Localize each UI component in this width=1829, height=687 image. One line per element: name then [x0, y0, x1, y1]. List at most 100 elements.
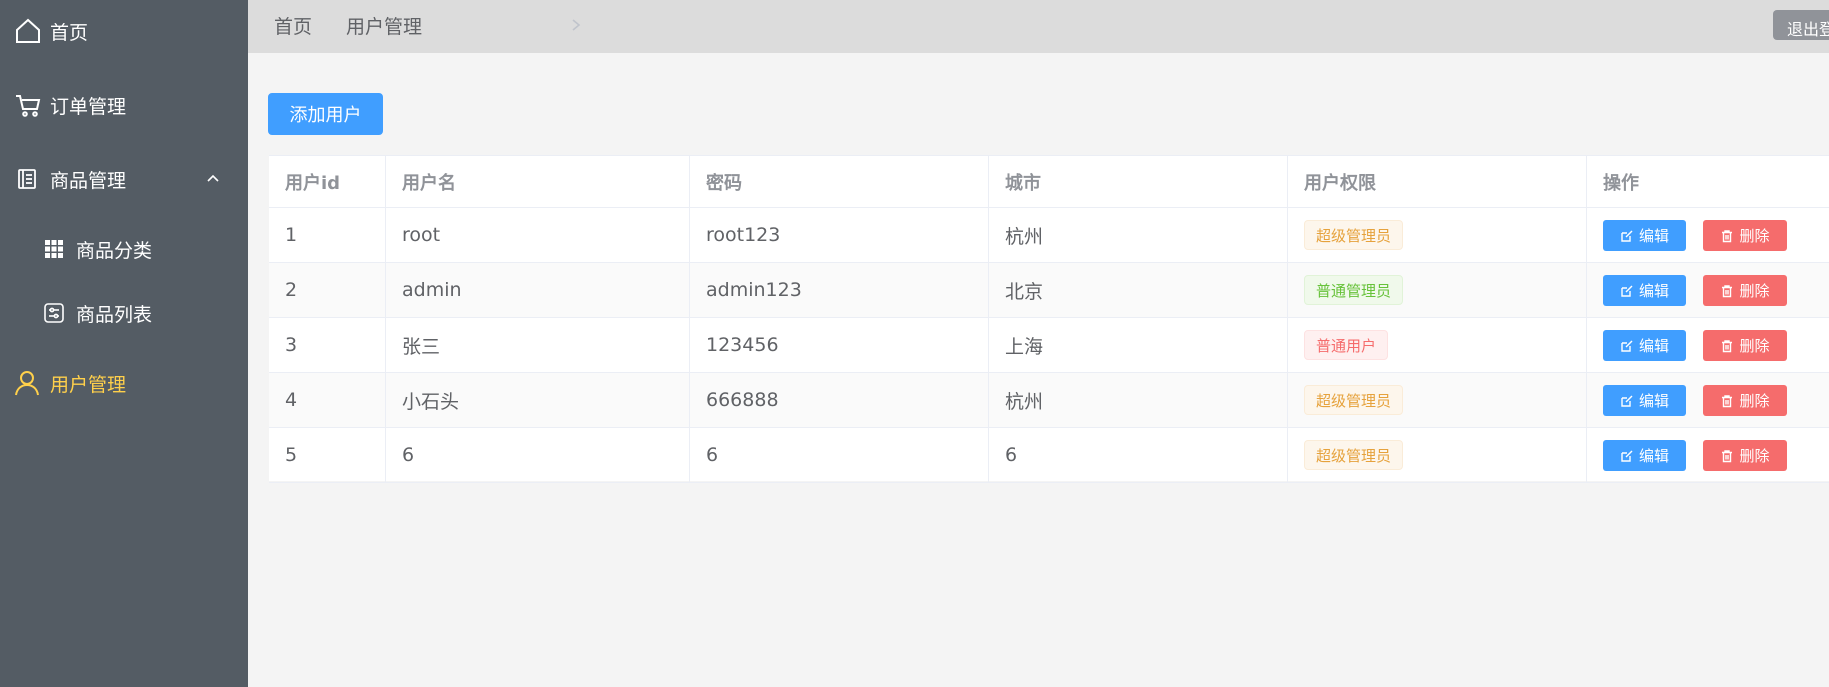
breadcrumb-current: 用户管理 — [346, 16, 423, 38]
cell-role: 普通管理员 — [1288, 263, 1587, 317]
add-user-button[interactable]: 添加用户 — [268, 93, 383, 135]
delete-label: 删除 — [1739, 282, 1770, 300]
list-icon — [40, 299, 68, 327]
edit-button[interactable]: 编辑 — [1603, 385, 1686, 416]
cell-role: 超级管理员 — [1288, 428, 1587, 482]
cell-id: 1 — [269, 208, 386, 262]
edit-label: 编辑 — [1638, 282, 1669, 300]
cell-password: 6 — [690, 428, 989, 482]
cell-role: 超级管理员 — [1288, 208, 1587, 262]
cell-password: 123456 — [690, 318, 989, 372]
cell-password: root123 — [690, 208, 989, 262]
cell-city: 杭州 — [989, 208, 1288, 262]
delete-button[interactable]: 删除 — [1703, 275, 1787, 306]
cell-username: 张三 — [386, 318, 690, 372]
cell-actions: 编辑 删除 — [1587, 208, 1829, 262]
cell-id: 2 — [269, 263, 386, 317]
cell-password: 666888 — [690, 373, 989, 427]
table-header: 用户id 用户名 密码 城市 用户权限 操作 — [269, 156, 1829, 208]
sidebar-item-categories[interactable]: 商品分类 — [0, 221, 248, 277]
cell-role: 超级管理员 — [1288, 373, 1587, 427]
edit-icon — [1621, 285, 1633, 297]
table-row: 2 admin admin123 北京 普通管理员 编辑 删除 — [269, 263, 1829, 318]
sidebar-item-home[interactable]: 首页 — [0, 3, 248, 59]
chevron-right-icon — [572, 19, 581, 31]
chevron-up-icon — [207, 174, 219, 182]
trash-icon — [1722, 394, 1733, 407]
edit-icon — [1621, 450, 1633, 462]
sidebar-item-label: 商品分类 — [76, 239, 153, 262]
sidebar-item-label: 用户管理 — [50, 373, 127, 396]
cell-id: 3 — [269, 318, 386, 372]
app: 首页 订单管理 商品管理 商品分类 商品列表 用户管理 首页 用户管理 退出登 … — [0, 0, 1829, 687]
delete-label: 删除 — [1739, 392, 1770, 410]
cell-username: 小石头 — [386, 373, 690, 427]
edit-button[interactable]: 编辑 — [1603, 440, 1686, 471]
edit-label: 编辑 — [1638, 337, 1669, 355]
edit-label: 编辑 — [1638, 447, 1669, 465]
edit-label: 编辑 — [1638, 227, 1669, 245]
cell-username: root — [386, 208, 690, 262]
edit-button[interactable]: 编辑 — [1603, 220, 1686, 251]
edit-button[interactable]: 编辑 — [1603, 275, 1686, 306]
table-row: 1 root root123 杭州 超级管理员 编辑 删除 — [269, 208, 1829, 263]
delete-label: 删除 — [1739, 337, 1770, 355]
user-icon — [13, 369, 41, 397]
cell-city: 北京 — [989, 263, 1288, 317]
edit-icon — [1621, 230, 1633, 242]
cell-role: 普通用户 — [1288, 318, 1587, 372]
column-header: 用户id — [269, 156, 386, 207]
trash-icon — [1722, 284, 1733, 297]
breadcrumb-home[interactable]: 首页 — [274, 12, 312, 39]
edit-icon — [1621, 340, 1633, 352]
trash-icon — [1722, 229, 1733, 242]
delete-button[interactable]: 删除 — [1703, 440, 1787, 471]
user-table: 用户id 用户名 密码 城市 用户权限 操作 1 root root123 杭州 超级管… — [269, 155, 1829, 483]
cell-actions: 编辑 删除 — [1587, 373, 1829, 427]
column-header: 操作 — [1603, 172, 1639, 194]
header: 首页 用户管理 退出登录 — [248, 0, 1829, 53]
delete-button[interactable]: 删除 — [1703, 330, 1787, 361]
column-header: 用户名 — [386, 156, 690, 207]
cell-id: 5 — [269, 428, 386, 482]
sidebar-item-label: 首页 — [50, 21, 89, 44]
trash-icon — [1722, 449, 1733, 462]
delete-button[interactable]: 删除 — [1703, 385, 1787, 416]
cell-id: 4 — [269, 373, 386, 427]
cell-actions: 编辑 删除 — [1587, 318, 1829, 372]
cell-city: 杭州 — [989, 373, 1288, 427]
column-header: 城市 — [989, 156, 1288, 207]
logout-button[interactable]: 退出登录 — [1773, 10, 1829, 40]
cell-city: 6 — [989, 428, 1288, 482]
edit-label: 编辑 — [1638, 392, 1669, 410]
column-header: 用户权限 — [1288, 156, 1587, 207]
table-row: 3 张三 123456 上海 普通用户 编辑 删除 — [269, 318, 1829, 373]
grid-icon — [40, 235, 68, 263]
cell-username: admin — [386, 263, 690, 317]
column-header: 密码 — [690, 156, 989, 207]
sidebar-item-orders[interactable]: 订单管理 — [0, 77, 248, 133]
trash-icon — [1722, 339, 1733, 352]
cell-username: 6 — [386, 428, 690, 482]
sidebar-item-products[interactable]: 商品管理 — [0, 151, 248, 207]
sidebar-item-users[interactable]: 用户管理 — [0, 355, 248, 411]
role-tag: 超级管理员 — [1304, 440, 1404, 470]
home-icon — [14, 17, 42, 45]
cell-actions: 编辑 删除 — [1587, 428, 1829, 482]
edit-button[interactable]: 编辑 — [1603, 330, 1686, 361]
delete-label: 删除 — [1739, 227, 1770, 245]
role-tag: 普通管理员 — [1304, 275, 1404, 305]
delete-button[interactable]: 删除 — [1703, 220, 1787, 251]
document-icon — [13, 165, 41, 193]
role-tag: 超级管理员 — [1304, 220, 1404, 250]
edit-icon — [1621, 395, 1633, 407]
sidebar: 首页 订单管理 商品管理 商品分类 商品列表 用户管理 — [0, 0, 248, 687]
table-row: 4 小石头 666888 杭州 超级管理员 编辑 删除 — [269, 373, 1829, 428]
table-row: 5 6 6 6 超级管理员 编辑 删除 — [269, 428, 1829, 483]
cell-password: admin123 — [690, 263, 989, 317]
sidebar-item-label: 订单管理 — [50, 95, 127, 118]
cell-actions: 编辑 删除 — [1587, 263, 1829, 317]
role-tag: 普通用户 — [1304, 330, 1389, 360]
sidebar-item-product-list[interactable]: 商品列表 — [0, 285, 248, 341]
delete-label: 删除 — [1739, 447, 1770, 465]
